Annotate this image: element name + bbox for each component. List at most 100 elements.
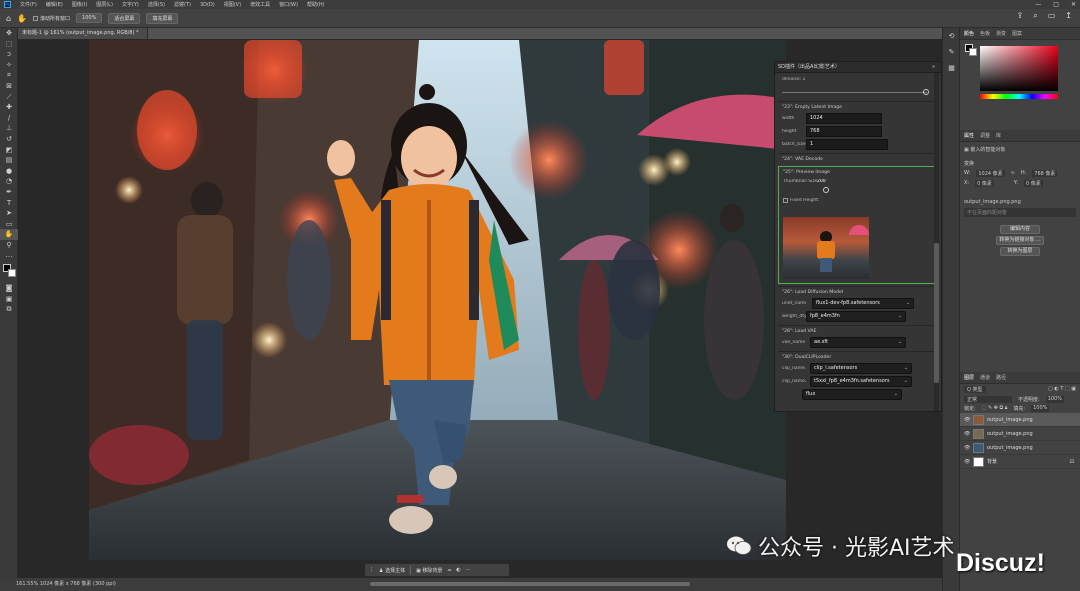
hand-tool-icon[interactable]: ✋ (17, 14, 27, 23)
x-input[interactable]: 0 像素 (975, 180, 994, 187)
fill-screen-button[interactable]: 填充屏幕 (146, 12, 179, 24)
sd-plugin-title[interactable]: SD插件（出品AI幻影艺术） » (775, 62, 941, 73)
dtype-select[interactable]: fp8_e4m3fn ⌄ (806, 311, 906, 322)
unet-select[interactable]: flux1-dev-fp8.safetensors ⌄ (812, 298, 914, 309)
close-button[interactable]: ✕ (1071, 1, 1076, 8)
batch-input[interactable]: 1 (806, 139, 888, 150)
drag-handle-icon[interactable]: ⋮ (369, 567, 374, 573)
shape-tool-icon[interactable]: ▭ (0, 219, 18, 230)
remove-bg-button[interactable]: ▣ 移除背景 (416, 567, 442, 574)
eraser-icon[interactable]: ◩ (0, 145, 18, 156)
h-input[interactable]: 768 像素 (1032, 170, 1058, 177)
artboard-icon[interactable]: ⧉ (0, 304, 18, 315)
color-swatch-icon[interactable] (0, 261, 18, 283)
mask-icon[interactable]: ⌓ (447, 567, 451, 573)
menu-view[interactable]: 视图(V) (224, 1, 241, 8)
lock-icons[interactable]: ⬚ ✎ ✥ ⧉ 🔒︎ (982, 405, 1008, 412)
fit-screen-button[interactable]: 适合屏幕 (108, 12, 141, 24)
frame-tool-icon[interactable]: ⊠ (0, 81, 18, 92)
type-tool-icon[interactable]: T (0, 198, 18, 209)
menu-type[interactable]: 文字(Y) (122, 1, 139, 8)
hue-slider[interactable] (980, 94, 1058, 99)
menu-filter[interactable]: 滤镜(T) (174, 1, 191, 8)
tab-paths[interactable]: 路径 (996, 374, 1006, 381)
minimize-button[interactable]: — (1035, 1, 1041, 8)
home-icon[interactable]: ⌂ (6, 14, 11, 23)
menu-file[interactable]: 文件(F) (20, 1, 37, 8)
canvas-image[interactable] (89, 40, 786, 560)
denoise-slider[interactable] (778, 86, 935, 99)
sd-plugin-scrollbar[interactable] (934, 73, 939, 411)
lasso-tool-icon[interactable]: ↄ (0, 49, 18, 60)
color-field[interactable] (980, 46, 1058, 91)
denoise-row[interactable]: denoise: 1 (778, 73, 935, 86)
tab-swatches[interactable]: 色板 (980, 30, 990, 37)
opacity-input[interactable]: 100% (1045, 396, 1064, 403)
magic-wand-icon[interactable]: ✧ (0, 60, 18, 71)
menu-edit[interactable]: 编辑(E) (46, 1, 63, 8)
thumb-slider-handle[interactable] (823, 187, 829, 193)
eye-icon[interactable]: 👁︎ (964, 431, 970, 437)
horizontal-scrollbar[interactable] (370, 582, 690, 586)
crop-tool-icon[interactable]: ⌗ (0, 70, 18, 81)
quick-mask-icon[interactable]: ◙ (0, 283, 18, 294)
menu-layer[interactable]: 图层(L) (96, 1, 113, 8)
layer-kind-filter[interactable]: Q 类型 (964, 386, 986, 393)
width-input[interactable]: 1024 (806, 113, 882, 124)
color-picker[interactable] (960, 40, 1080, 130)
adjust-icon[interactable]: ◐ (456, 567, 460, 573)
tab-color[interactable]: 颜色 (964, 30, 974, 37)
eye-icon[interactable]: 👁︎ (964, 417, 970, 423)
clip-type-select[interactable]: flux ⌄ (802, 389, 902, 400)
workspace-icon[interactable]: ▭ (1048, 11, 1056, 21)
tab-libraries[interactable]: 库 (996, 132, 1001, 139)
link-icon[interactable]: ∞ (1011, 170, 1015, 177)
maximize-button[interactable]: □ (1053, 1, 1059, 8)
document-tab[interactable]: 未标题-1 @ 161% (output_image.png, RGB/8) * (18, 28, 148, 39)
select-subject-button[interactable]: ♟ 选择主体 (379, 567, 405, 574)
denoise-slider-handle[interactable] (923, 89, 929, 95)
thumb-size-slider[interactable] (779, 185, 934, 195)
more-tools-icon[interactable]: … (0, 250, 18, 261)
eyedropper-icon[interactable]: ⟋ (0, 92, 18, 103)
plugin-panel-icon[interactable]: ▦ (943, 60, 960, 76)
layer-row[interactable]: 👁︎ 背景 ⊡ (960, 455, 1080, 469)
filter-icons[interactable]: ▢ ◐ T ⬚ ▣ (1048, 386, 1076, 393)
match-input[interactable]: 不在页面匹配对象 (964, 208, 1076, 217)
healing-brush-icon[interactable]: ✚ (0, 102, 18, 113)
tab-patterns[interactable]: 图案 (1012, 30, 1022, 37)
layer-row[interactable]: 👁︎ output_image.png (960, 427, 1080, 441)
zoom-100-button[interactable]: 100% (76, 13, 103, 23)
menu-window[interactable]: 窗口(W) (279, 1, 298, 8)
w-input[interactable]: 1024 像素 (976, 170, 1005, 177)
search-icon[interactable]: ⌕ (1033, 11, 1037, 21)
brush-panel-icon[interactable]: ✎ (943, 44, 960, 60)
tab-gradients[interactable]: 渐变 (996, 30, 1006, 37)
dodge-tool-icon[interactable]: ◔ (0, 176, 18, 187)
scroll-all-windows-checkbox[interactable]: 滚动所有窗口 (33, 15, 70, 22)
more-options-icon[interactable]: ⋯ (466, 567, 471, 573)
menu-3d[interactable]: 3D(D) (200, 2, 215, 8)
clip2-select[interactable]: t5xxl_fp8_e4m3fn.safetensors ⌄ (810, 376, 912, 387)
history-panel-icon[interactable]: ⟲ (943, 28, 960, 44)
height-input[interactable]: 768 (806, 126, 882, 137)
tab-channels[interactable]: 通道 (980, 374, 990, 381)
layer-row[interactable]: 👁︎ output_image.png (960, 441, 1080, 455)
fill-input[interactable]: 100% (1031, 405, 1050, 412)
eye-icon[interactable]: 👁︎ (964, 445, 970, 451)
menu-select[interactable]: 选择(S) (148, 1, 165, 8)
blend-mode-select[interactable]: 正常 (964, 396, 1012, 403)
edit-contents-button[interactable]: 编辑内容 (1000, 225, 1040, 234)
bg-color-swatch[interactable] (969, 48, 977, 56)
menu-plugins[interactable]: 增效工具 (250, 1, 270, 8)
menu-image[interactable]: 图像(I) (72, 1, 87, 8)
marquee-tool-icon[interactable]: ⬚ (0, 39, 18, 50)
history-brush-icon[interactable]: ↺ (0, 134, 18, 145)
clip1-select[interactable]: clip_l.safetensors ⌄ (810, 363, 912, 374)
panel-collapse-icon[interactable]: » (932, 62, 935, 73)
hand-tool-icon[interactable]: ✋ (0, 229, 18, 240)
blur-tool-icon[interactable]: ● (0, 166, 18, 177)
tab-adjustments[interactable]: 调整 (980, 132, 990, 139)
zoom-tool-icon[interactable]: ⚲ (0, 240, 18, 251)
layer-row[interactable]: 👁︎ output_image.png (960, 413, 1080, 427)
